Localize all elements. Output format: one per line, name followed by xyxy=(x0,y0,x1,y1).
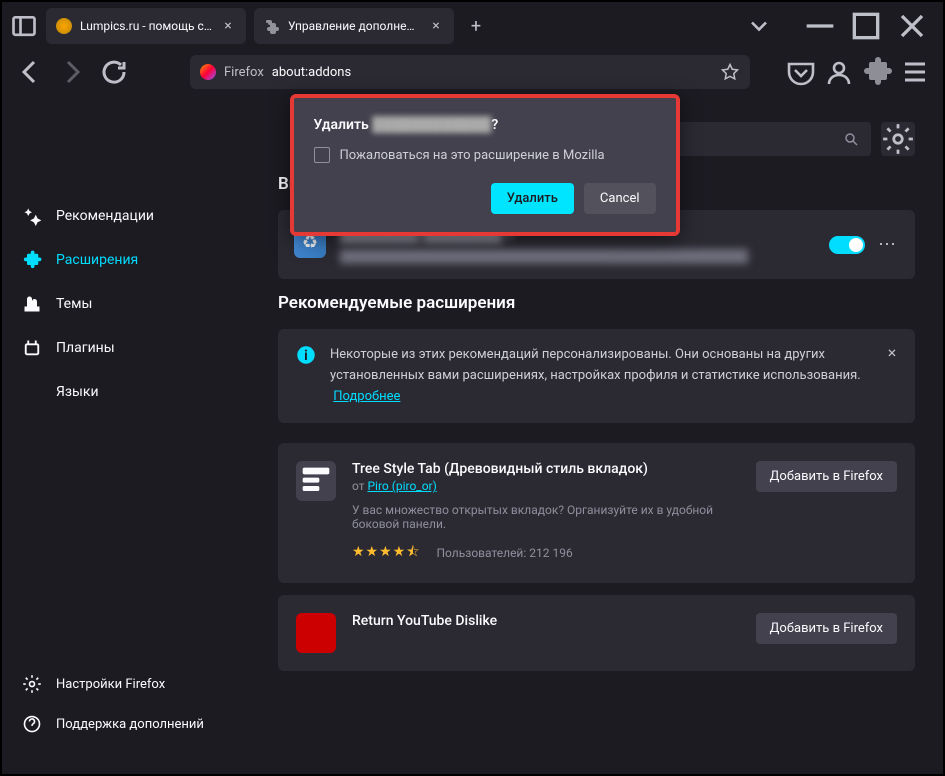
close-icon[interactable]: × xyxy=(883,343,901,361)
report-checkbox-row[interactable]: Пожаловаться на это расширение в Mozilla xyxy=(314,147,656,163)
sidebar-toggle-icon[interactable] xyxy=(10,12,38,40)
info-banner: i Некоторые из этих рекомендаций персона… xyxy=(278,329,915,423)
reload-button[interactable] xyxy=(98,56,130,88)
sidebar-label: Настройки Firefox xyxy=(56,677,165,692)
add-to-firefox-button[interactable]: Добавить в Firefox xyxy=(756,613,897,644)
close-icon[interactable]: × xyxy=(220,18,236,34)
forward-button[interactable] xyxy=(56,56,88,88)
info-text: Некоторые из этих рекомендаций персонали… xyxy=(330,345,897,407)
sidebar-label: Плагины xyxy=(56,340,115,356)
addon-desc: ████████████████████████████████████████… xyxy=(340,249,815,263)
sidebar-item-extensions[interactable]: Расширения xyxy=(2,240,266,280)
firefox-logo-icon xyxy=(200,64,216,80)
sidebar-item-plugins[interactable]: Плагины xyxy=(2,328,266,368)
sidebar-label: Расширения xyxy=(56,252,138,268)
sidebar-item-settings[interactable]: Настройки Firefox xyxy=(2,666,266,702)
url-identity: Firefox xyxy=(224,65,264,80)
remove-extension-dialog: Удалить ████████████? Пожаловаться на эт… xyxy=(290,94,680,236)
close-icon[interactable]: × xyxy=(428,18,444,34)
search-icon xyxy=(843,131,859,147)
help-icon xyxy=(22,714,42,734)
sidebar-label: Темы xyxy=(56,296,92,312)
minimize-button[interactable] xyxy=(797,6,843,46)
addon-icon xyxy=(296,613,336,653)
sidebar-item-languages[interactable]: Языки xyxy=(2,372,266,412)
url-text: about:addons xyxy=(272,65,712,80)
tab-lumpics[interactable]: Lumpics.ru - помощь с компь × xyxy=(46,8,246,44)
bookmark-star-icon[interactable] xyxy=(720,62,740,82)
dialog-title: Удалить ████████████? xyxy=(314,116,656,133)
confirm-remove-button[interactable]: Удалить xyxy=(491,183,574,214)
recommended-addon-card: Return YouTube Dislike Добавить в Firefo… xyxy=(278,595,915,671)
sidebar-item-recommendations[interactable]: Рекомендации xyxy=(2,196,266,236)
checkbox-label: Пожаловаться на это расширение в Mozilla xyxy=(340,148,605,163)
addons-settings-button[interactable] xyxy=(881,122,915,156)
recommended-addon-card: Tree Style Tab (Древовидный стиль вкладо… xyxy=(278,443,915,583)
sidebar-label: Языки xyxy=(56,384,99,400)
more-icon[interactable]: ⋯ xyxy=(875,233,899,257)
sidebar-label: Рекомендации xyxy=(56,208,154,224)
add-to-firefox-button[interactable]: Добавить в Firefox xyxy=(756,461,897,492)
plugin-icon xyxy=(22,338,42,358)
sparkle-icon xyxy=(22,206,42,226)
svg-text:i: i xyxy=(304,348,308,364)
puzzle-favicon xyxy=(264,18,280,34)
addon-icon xyxy=(296,461,336,501)
info-learn-more-link[interactable]: Подробнее xyxy=(333,389,400,404)
info-icon: i xyxy=(296,345,316,365)
gear-icon xyxy=(22,674,42,694)
author-link[interactable]: Piro (piro_or) xyxy=(367,479,436,493)
new-tab-button[interactable]: + xyxy=(462,12,490,40)
maximize-button[interactable] xyxy=(843,6,889,46)
puzzle-icon xyxy=(22,250,42,270)
addon-description: У вас множество открытых вкладок? Органи… xyxy=(352,503,740,531)
user-count: Пользователей: 212 196 xyxy=(436,546,572,560)
back-button[interactable] xyxy=(14,56,46,88)
brush-icon xyxy=(22,294,42,314)
rating-stars: ★★★★⯪ xyxy=(352,541,420,565)
addon-toggle[interactable] xyxy=(829,236,865,254)
app-menu-icon[interactable] xyxy=(899,56,931,88)
tab-addons[interactable]: Управление дополнениями × xyxy=(254,8,454,44)
checkbox[interactable] xyxy=(314,147,330,163)
tab-title: Управление дополнениями xyxy=(288,19,420,33)
lumpics-favicon xyxy=(56,18,72,34)
sidebar-label: Поддержка дополнений xyxy=(56,717,204,732)
tab-title: Lumpics.ru - помощь с компь xyxy=(80,19,212,33)
extensions-icon[interactable] xyxy=(861,56,893,88)
addon-title: Return YouTube Dislike xyxy=(352,613,740,629)
cancel-button[interactable]: Cancel xyxy=(584,183,656,214)
account-icon[interactable] xyxy=(823,56,855,88)
list-tabs-button[interactable] xyxy=(745,12,773,40)
close-window-button[interactable] xyxy=(889,6,935,46)
sidebar-item-support[interactable]: Поддержка дополнений xyxy=(2,706,266,742)
sidebar-item-themes[interactable]: Темы xyxy=(2,284,266,324)
addon-title: Tree Style Tab (Древовидный стиль вкладо… xyxy=(352,461,740,477)
addon-author: от Piro (piro_or) xyxy=(352,479,740,493)
section-recommended-title: Рекомендуемые расширения xyxy=(278,293,915,313)
pocket-icon[interactable] xyxy=(785,56,817,88)
url-bar[interactable]: Firefox about:addons xyxy=(190,55,750,89)
language-icon xyxy=(22,382,42,402)
